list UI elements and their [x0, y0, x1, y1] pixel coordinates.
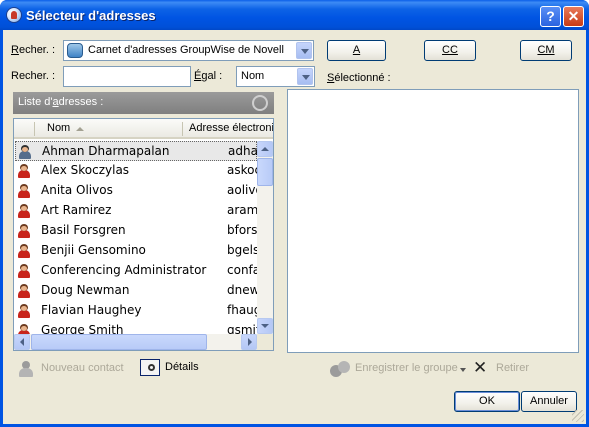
- group-icon: [330, 361, 350, 377]
- list-item[interactable]: Benjii Gensomino bgelsomino: [15, 241, 257, 261]
- dropdown-arrow-icon[interactable]: [460, 368, 466, 372]
- column-header-row: Nom Adresse électronique: [14, 119, 273, 139]
- help-button[interactable]: ?: [540, 6, 561, 27]
- search-label: Recher. :: [11, 70, 56, 82]
- chevron-down-icon[interactable]: [296, 42, 312, 59]
- address-selector-window: Sélecteur d'adresses ? ✕ Recher. : Carne…: [0, 0, 589, 427]
- close-button[interactable]: ✕: [563, 6, 584, 27]
- details-icon: [140, 359, 160, 376]
- window-title: Sélecteur d'adresses: [26, 8, 156, 23]
- address-list-header: Liste d'adresses :: [13, 92, 274, 114]
- contact-icon: [17, 284, 31, 298]
- cc-button[interactable]: CC: [424, 40, 476, 61]
- scroll-down-icon[interactable]: [257, 318, 273, 334]
- scrollbar-corner: [257, 334, 273, 350]
- sort-ascending-icon: [76, 127, 84, 131]
- address-book-value: Carnet d'adresses GroupWise de Novell: [88, 44, 284, 56]
- horizontal-scroll-thumb[interactable]: [31, 334, 207, 350]
- list-item[interactable]: Basil Forsgren bforsgren: [15, 221, 257, 241]
- list-item[interactable]: Doug Newman dnewman: [15, 281, 257, 301]
- address-book-combo[interactable]: Carnet d'adresses GroupWise de Novell: [63, 40, 314, 61]
- vertical-scrollbar[interactable]: [257, 141, 273, 334]
- column-email[interactable]: Adresse électronique: [189, 122, 273, 134]
- contact-icon: [17, 244, 31, 258]
- address-list-title: Liste d'adresses :: [18, 96, 104, 108]
- title-bar[interactable]: Sélecteur d'adresses ? ✕: [0, 0, 589, 30]
- bcc-button[interactable]: CM: [520, 40, 572, 61]
- person-icon: [19, 361, 33, 377]
- vertical-scroll-thumb[interactable]: [257, 158, 273, 186]
- address-book-icon: [6, 7, 22, 23]
- column-divider: [34, 122, 35, 136]
- address-list[interactable]: Nom Adresse électronique Ahman Dharmapal…: [13, 118, 274, 351]
- list-item[interactable]: Anita Olivos aolivos: [15, 181, 257, 201]
- resize-grip[interactable]: [572, 410, 584, 422]
- refresh-icon[interactable]: [252, 95, 268, 111]
- contact-icon: [17, 324, 31, 334]
- list-item[interactable]: Alex Skoczylas askoczylas: [15, 161, 257, 181]
- scroll-left-icon[interactable]: [14, 334, 30, 350]
- save-group-button[interactable]: Enregistrer le groupe: [330, 360, 466, 378]
- column-divider: [182, 122, 183, 136]
- search-input[interactable]: [63, 66, 191, 87]
- search-field-value: Nom: [241, 70, 265, 82]
- contact-icon: [17, 164, 31, 178]
- list-item[interactable]: Art Ramirez aramirez: [15, 201, 257, 221]
- scroll-right-icon[interactable]: [241, 334, 257, 350]
- list-item[interactable]: George Smith gsmith: [15, 321, 257, 334]
- chevron-down-icon[interactable]: [297, 68, 313, 85]
- dialog-client-area: Recher. : Carnet d'adresses GroupWise de…: [3, 30, 586, 424]
- remove-x-icon: ✕: [473, 358, 488, 377]
- contact-icon: [17, 304, 31, 318]
- scroll-up-icon[interactable]: [257, 141, 273, 157]
- equal-label: Égal :: [194, 70, 223, 82]
- list-item[interactable]: Flavian Haughey fhaughey: [15, 301, 257, 321]
- search-source-label: Recher. :: [11, 44, 56, 56]
- cancel-button[interactable]: Annuler: [521, 391, 577, 412]
- to-button[interactable]: A: [327, 40, 386, 61]
- list-item[interactable]: Conferencing Administrator confadmin: [15, 261, 257, 281]
- contact-icon: [17, 204, 31, 218]
- contact-icon: [18, 145, 32, 159]
- contact-icon: [17, 224, 31, 238]
- groupwise-book-icon: [67, 43, 83, 58]
- new-contact-button[interactable]: Nouveau contact: [19, 360, 139, 378]
- horizontal-scrollbar[interactable]: [14, 334, 257, 350]
- selected-label: Sélectionné :: [327, 72, 391, 84]
- column-name[interactable]: Nom: [47, 122, 70, 134]
- ok-button[interactable]: OK: [454, 391, 520, 412]
- details-button[interactable]: Détails: [140, 359, 210, 377]
- contact-icon: [17, 184, 31, 198]
- search-field-combo[interactable]: Nom: [236, 66, 315, 87]
- remove-button[interactable]: ✕ Retirer: [473, 358, 533, 378]
- contact-icon: [17, 264, 31, 278]
- list-item[interactable]: Ahman Dharmapalan adharmapalan: [15, 141, 258, 161]
- selected-recipients-list[interactable]: [287, 89, 579, 353]
